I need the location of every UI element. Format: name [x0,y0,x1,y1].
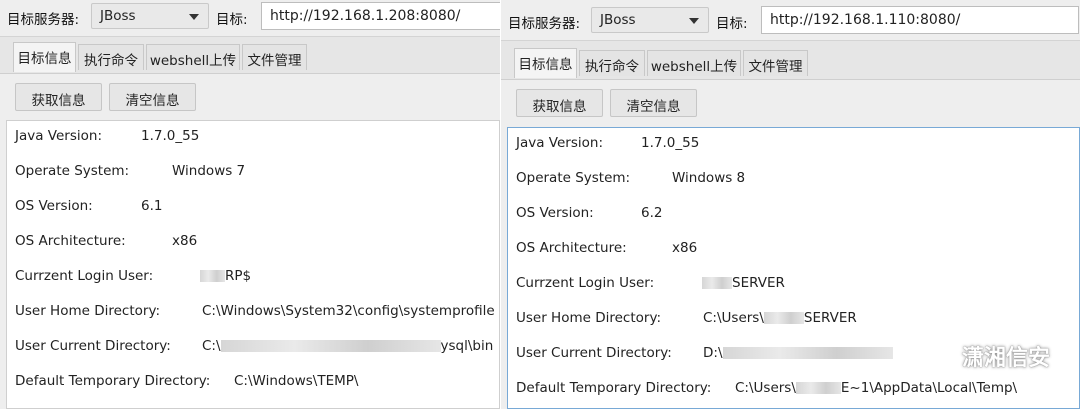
tab-execute-command[interactable]: 执行命令 [78,44,144,70]
info-value: SERVER [702,275,785,291]
info-key: Operate System: [15,163,130,179]
info-key: User Home Directory: [15,303,161,319]
chevron-down-icon [689,18,699,24]
tab-execute-command[interactable]: 执行命令 [579,50,645,76]
left-panel: 目标服务器: JBoss 目标: http://192.168.1.208:80… [0,0,500,409]
info-key: OS Version: [516,205,594,221]
target-label: 目标: [716,16,748,32]
tab-webshell-upload[interactable]: webshell上传 [146,44,240,70]
target-toolbar: 目标服务器: JBoss 目标: http://192.168.1.110:80… [501,4,1080,40]
tab-file-manager[interactable]: 文件管理 [242,44,307,70]
info-value: D:\ [703,345,893,361]
info-key: User Current Directory: [15,338,171,354]
redaction-blur [200,270,225,282]
info-key: Default Temporary Directory: [516,380,712,396]
info-value: 6.2 [641,205,663,221]
info-key: OS Version: [15,198,93,214]
info-key: Java Version: [15,128,102,144]
target-label: 目标: [216,12,248,28]
info-value: 6.1 [141,198,163,214]
info-value: x86 [672,240,698,256]
redaction-blur [722,347,893,359]
tab-bar: 目标信息 执行命令 webshell上传 文件管理 [0,36,500,74]
tab-file-manager[interactable]: 文件管理 [743,50,808,76]
tab-target-info[interactable]: 目标信息 [514,48,577,78]
get-info-button[interactable]: 获取信息 [516,89,603,117]
info-value: Windows 8 [672,170,746,186]
redaction-blur [763,312,804,324]
server-select[interactable]: JBoss [91,3,209,29]
redaction-blur [702,277,732,289]
info-key: Default Temporary Directory: [15,373,211,389]
watermark-text: 潇湘信安 [961,346,1050,371]
info-key: OS Architecture: [516,240,627,256]
tab-webshell-upload[interactable]: webshell上传 [647,50,741,76]
info-value: C:\Users\ E~1\AppData\Local\Temp\ [735,380,1018,396]
target-toolbar: 目标服务器: JBoss 目标: http://192.168.1.208:80… [0,0,500,36]
info-key: OS Architecture: [15,233,126,249]
server-select-value: JBoss [100,8,136,24]
info-key: Currzent Login User: [516,275,655,291]
chevron-down-icon [189,14,199,20]
info-value: C:\Windows\System32\config\systemprofile [202,303,495,319]
info-value: C:\Users\ SERVER [703,310,857,326]
watermark: 潇湘信安 [923,340,1050,372]
server-label: 目标服务器: [508,16,581,32]
target-url-value: http://192.168.1.208:8080/ [270,8,461,24]
info-value: 1.7.0_55 [141,128,200,144]
target-url-input[interactable]: http://192.168.1.110:8080/ [761,6,1079,34]
info-value: RP$ [200,268,251,284]
server-select[interactable]: JBoss [591,7,709,33]
info-key: Operate System: [516,170,631,186]
info-value: C:\Windows\TEMP\ [234,373,359,389]
server-label: 目标服务器: [7,12,80,28]
info-value: x86 [172,233,198,249]
info-key: Currzent Login User: [15,268,154,284]
info-key: User Current Directory: [516,345,672,361]
tab-bar: 目标信息 执行命令 webshell上传 文件管理 [501,40,1080,80]
tab-target-info[interactable]: 目标信息 [13,42,76,72]
redaction-blur [220,340,441,352]
info-value: Windows 7 [172,163,246,179]
redaction-blur [795,382,841,394]
info-value: 1.7.0_55 [641,135,700,151]
clear-info-button[interactable]: 清空信息 [109,83,196,111]
target-url-value: http://192.168.1.110:8080/ [770,12,961,28]
target-url-input[interactable]: http://192.168.1.208:8080/ [261,2,500,30]
info-key: User Home Directory: [516,310,662,326]
chat-bubbles-icon [923,348,953,370]
target-info-area: Java Version: 1.7.0_55 Operate System: W… [6,120,500,409]
info-value: C:\ ysql\bin [202,338,494,354]
clear-info-button[interactable]: 清空信息 [610,89,697,117]
get-info-button[interactable]: 获取信息 [15,83,102,111]
server-select-value: JBoss [600,12,636,28]
info-key: Java Version: [516,135,603,151]
